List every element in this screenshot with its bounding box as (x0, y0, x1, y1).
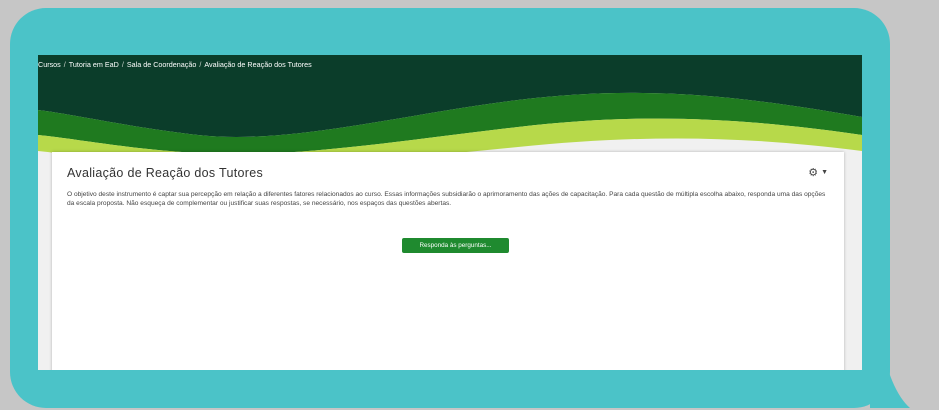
breadcrumb-separator: / (199, 60, 202, 69)
breadcrumb-item-cursos[interactable]: Cursos (38, 60, 61, 69)
breadcrumb-item-sala[interactable]: Sala de Coordenação (127, 60, 197, 69)
breadcrumb-separator: / (63, 60, 66, 69)
browser-screen: Cursos / Tutoria em EaD / Sala de Coordenaçã… (38, 55, 862, 370)
page-description: O objetivo deste instrumento é captar su… (67, 191, 826, 207)
gear-icon: ⚙ (808, 167, 819, 179)
breadcrumb-separator: / (121, 60, 124, 69)
answer-questions-button[interactable]: Responda às perguntas... (402, 238, 509, 253)
breadcrumb: Cursos / Tutoria em EaD / Sala de Coordenaçã… (38, 60, 312, 69)
breadcrumb-item-current[interactable]: Avaliação de Reação dos Tutores (204, 60, 311, 69)
content-card: Avaliação de Reação dos Tutores ⚙ ▼ O obj… (52, 152, 844, 370)
settings-menu-toggle[interactable]: ⚙ ▼ (808, 166, 828, 179)
breadcrumb-item-tutoria[interactable]: Tutoria em EaD (69, 60, 119, 69)
caret-down-icon: ▼ (821, 169, 828, 176)
page-title: Avaliação de Reação dos Tutores (67, 166, 263, 180)
